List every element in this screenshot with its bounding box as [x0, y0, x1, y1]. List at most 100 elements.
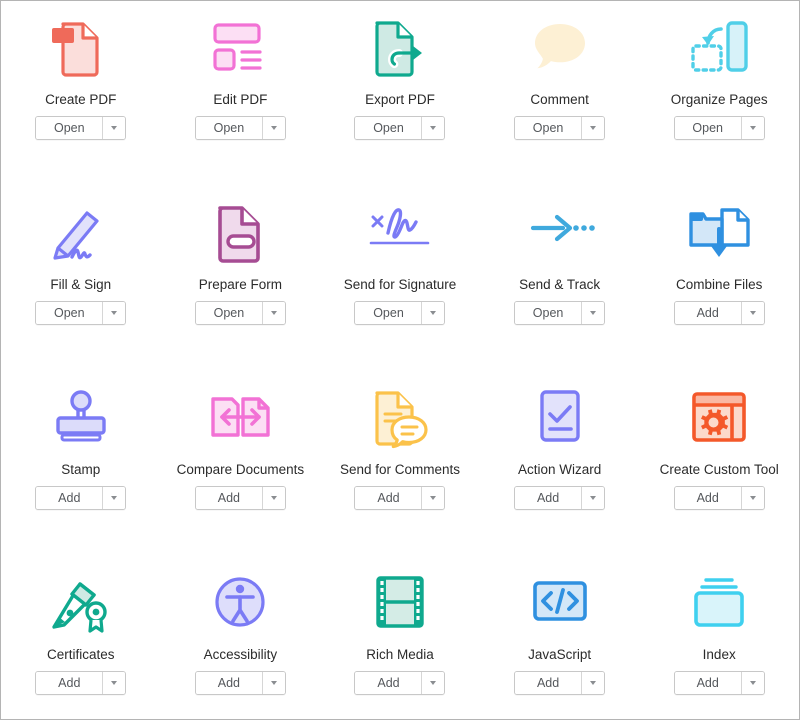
rich-media-icon[interactable]	[362, 568, 438, 638]
caret-glyph	[590, 126, 597, 130]
tool-action-button[interactable]: Open	[195, 302, 262, 324]
caret-glyph	[111, 681, 118, 685]
chevron-down-icon[interactable]	[422, 117, 445, 139]
chevron-down-icon[interactable]	[422, 672, 445, 694]
tool-action-button[interactable]: Open	[195, 117, 262, 139]
create-pdf-icon[interactable]	[43, 13, 119, 83]
tool-action-button[interactable]: Add	[674, 672, 741, 694]
chevron-down-icon[interactable]	[103, 487, 126, 509]
chevron-down-icon[interactable]	[422, 302, 445, 324]
tool-action-buttongroup: Add	[673, 486, 765, 510]
tool-action-button[interactable]: Add	[355, 487, 422, 509]
send-and-track-icon[interactable]	[522, 198, 598, 268]
tool-action-button[interactable]: Add	[355, 672, 422, 694]
chevron-down-icon[interactable]	[262, 117, 285, 139]
tool-label: Create PDF	[45, 92, 117, 107]
tool-cell-action-wizard: Action Wizard Add	[480, 371, 640, 556]
tool-action-button[interactable]: Open	[36, 117, 103, 139]
tool-action-buttongroup: Open	[35, 301, 127, 325]
tool-action-button[interactable]: Add	[195, 487, 262, 509]
chevron-down-icon[interactable]	[422, 487, 445, 509]
tool-action-button[interactable]: Open	[515, 302, 582, 324]
tool-action-buttongroup: Add	[673, 301, 765, 325]
send-for-signature-icon[interactable]	[362, 198, 438, 268]
organize-pages-icon[interactable]	[681, 13, 757, 83]
edit-pdf-icon[interactable]	[202, 13, 278, 83]
tool-action-buttongroup: Add	[673, 671, 765, 695]
tool-cell-fill-and-sign: Fill & Sign Open	[1, 186, 161, 371]
tool-action-button[interactable]: Open	[674, 117, 741, 139]
index-icon[interactable]	[681, 568, 757, 638]
chevron-down-icon[interactable]	[582, 487, 605, 509]
caret-glyph	[270, 126, 277, 130]
chevron-down-icon[interactable]	[262, 487, 285, 509]
tool-label: JavaScript	[528, 647, 592, 662]
tool-label: Rich Media	[366, 647, 434, 662]
send-for-comments-icon[interactable]	[362, 383, 438, 453]
stamp-icon[interactable]	[43, 383, 119, 453]
chevron-down-icon[interactable]	[582, 117, 605, 139]
accessibility-icon[interactable]	[202, 568, 278, 638]
tool-action-buttongroup: Add	[514, 486, 606, 510]
tool-action-buttongroup: Open	[354, 116, 446, 140]
chevron-down-icon[interactable]	[262, 302, 285, 324]
chevron-down-icon[interactable]	[582, 302, 605, 324]
tool-cell-send-for-comments: Send for Comments Add	[320, 371, 480, 556]
tool-action-button[interactable]: Open	[36, 302, 103, 324]
chevron-down-icon[interactable]	[741, 672, 764, 694]
caret-glyph	[430, 126, 437, 130]
fill-and-sign-icon[interactable]	[43, 198, 119, 268]
chevron-down-icon[interactable]	[103, 117, 126, 139]
tool-action-button[interactable]: Add	[195, 672, 262, 694]
chevron-down-icon[interactable]	[582, 672, 605, 694]
tool-label: Export PDF	[365, 92, 435, 107]
tool-action-button[interactable]: Add	[515, 487, 582, 509]
tool-cell-accessibility: Accessibility Add	[161, 556, 321, 719]
action-wizard-icon[interactable]	[522, 383, 598, 453]
tool-action-buttongroup: Add	[354, 486, 446, 510]
tool-action-button[interactable]: Open	[355, 302, 422, 324]
chevron-down-icon[interactable]	[103, 672, 126, 694]
javascript-icon[interactable]	[522, 568, 598, 638]
tool-label: Compare Documents	[176, 462, 305, 477]
tool-action-buttongroup: Open	[354, 301, 446, 325]
chevron-down-icon[interactable]	[741, 487, 764, 509]
tool-cell-organize-pages: Organize Pages Open	[639, 1, 799, 186]
combine-files-icon[interactable]	[681, 198, 757, 268]
chevron-down-icon[interactable]	[741, 302, 764, 324]
tool-cell-comment: Comment Open	[480, 1, 640, 186]
tool-action-button[interactable]: Open	[515, 117, 582, 139]
comment-icon[interactable]	[522, 13, 598, 83]
caret-glyph	[590, 311, 597, 315]
tool-label: Fill & Sign	[50, 277, 112, 292]
prepare-form-icon[interactable]	[202, 198, 278, 268]
chevron-down-icon[interactable]	[262, 672, 285, 694]
chevron-down-icon[interactable]	[103, 302, 126, 324]
tool-action-button[interactable]: Add	[674, 487, 741, 509]
tool-cell-prepare-form: Prepare Form Open	[161, 186, 321, 371]
export-pdf-icon[interactable]	[362, 13, 438, 83]
tool-label: Send for Comments	[339, 462, 461, 477]
compare-documents-icon[interactable]	[202, 383, 278, 453]
tool-action-button[interactable]: Add	[515, 672, 582, 694]
tool-action-button[interactable]: Add	[36, 487, 103, 509]
tool-label: Edit PDF	[213, 92, 268, 107]
tool-label: Prepare Form	[198, 277, 283, 292]
tool-action-button[interactable]: Add	[36, 672, 103, 694]
tool-action-buttongroup: Open	[35, 116, 127, 140]
tool-action-buttongroup: Add	[514, 671, 606, 695]
tool-action-button[interactable]: Add	[674, 302, 741, 324]
tool-cell-send-for-signature: Send for Signature Open	[320, 186, 480, 371]
tool-action-button[interactable]: Open	[355, 117, 422, 139]
caret-glyph	[590, 496, 597, 500]
tool-cell-index: Index Add	[639, 556, 799, 719]
tool-action-buttongroup: Open	[514, 116, 606, 140]
chevron-down-icon[interactable]	[741, 117, 764, 139]
certificates-icon[interactable]	[43, 568, 119, 638]
tools-grid: Create PDF Open Edit PDF Open Export PDF Op…	[1, 1, 799, 719]
caret-glyph	[749, 681, 756, 685]
create-custom-tool-icon[interactable]	[681, 383, 757, 453]
caret-glyph	[749, 496, 756, 500]
tool-label: Accessibility	[203, 647, 278, 662]
tool-action-buttongroup: Open	[673, 116, 765, 140]
